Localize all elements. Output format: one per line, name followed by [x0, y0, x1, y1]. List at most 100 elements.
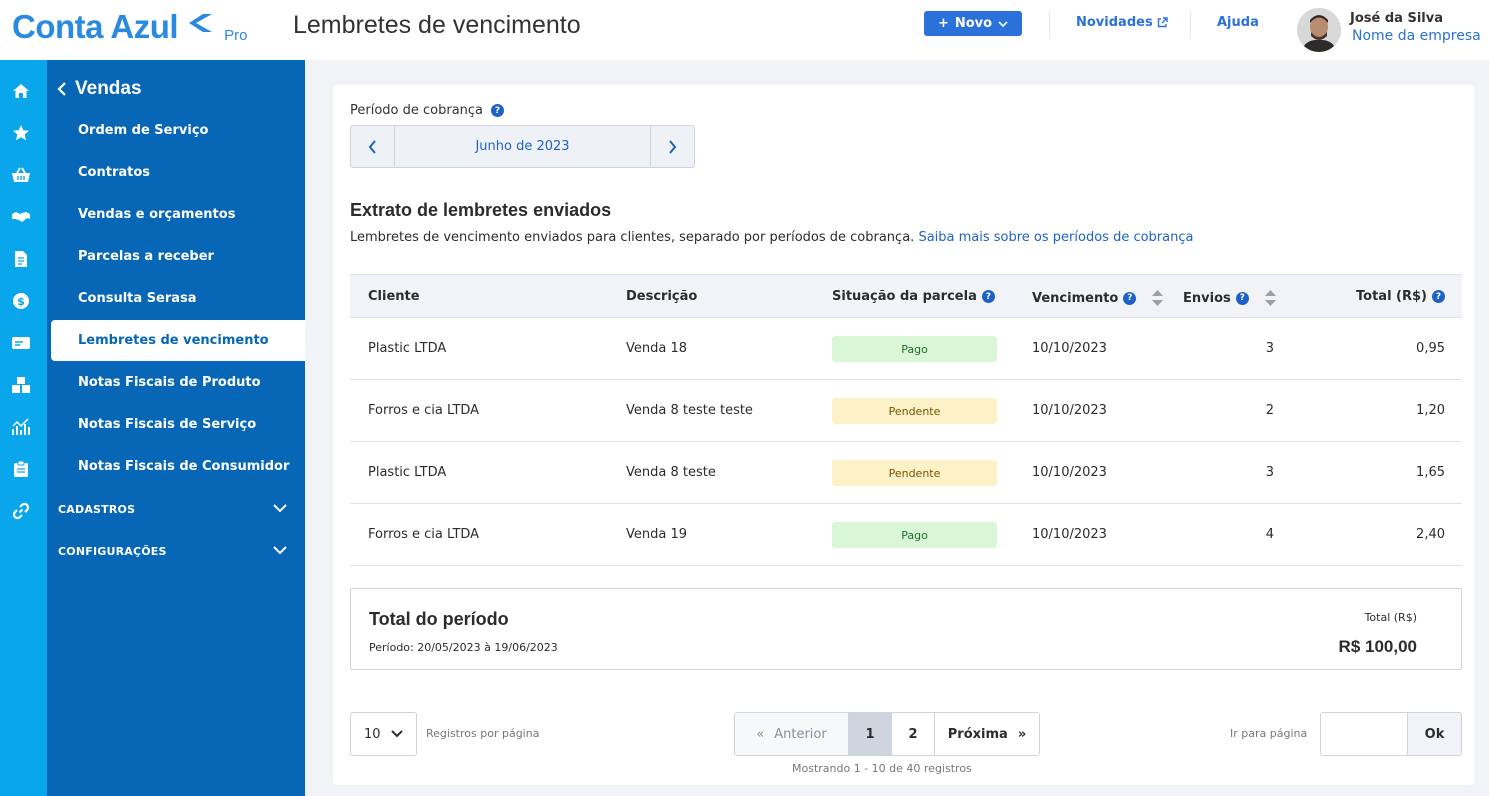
next-period-button[interactable]	[651, 126, 694, 167]
table-row[interactable]: Forros e cia LTDA Venda 19 Pago 10/10/20…	[350, 504, 1462, 566]
column-situacao: Situação da parcela ?	[832, 289, 995, 304]
column-label: Vencimento	[1032, 290, 1119, 306]
statement-description-text: Lembretes de vencimento enviados para cl…	[350, 230, 915, 245]
help-icon[interactable]: ?	[1432, 290, 1445, 303]
help-icon[interactable]: ?	[981, 290, 995, 303]
period-label: Período de cobrança ?	[350, 103, 505, 118]
chevron-down-icon[interactable]	[273, 504, 287, 513]
goto-page-ok-button[interactable]: Ok	[1407, 712, 1462, 756]
cell-vencimento: 10/10/2023	[1032, 341, 1107, 356]
new-button[interactable]: + Novo	[924, 11, 1022, 36]
news-link[interactable]: Novidades	[1076, 15, 1168, 30]
sidebar-back-button[interactable]: Vendas	[57, 78, 142, 100]
cell-cliente: Plastic LTDA	[368, 341, 447, 356]
brand-tier: Pro	[224, 27, 248, 44]
document-icon[interactable]	[10, 248, 32, 270]
sort-icon[interactable]	[1264, 289, 1277, 307]
sidebar-item-consulta-serasa[interactable]: Consulta Serasa	[78, 291, 197, 306]
sidebar-item-nf-produto[interactable]: Notas Fiscais de Produto	[78, 375, 261, 390]
chevron-down-icon[interactable]	[273, 546, 287, 555]
user-name[interactable]: José da Silva	[1350, 11, 1443, 26]
sidebar-item-contratos[interactable]: Contratos	[78, 165, 150, 180]
dollar-icon[interactable]: $	[10, 290, 32, 312]
period-total-box: Total do período Período: 20/05/2023 à 1…	[350, 588, 1462, 670]
sidebar-section-cadastros[interactable]: CADASTROS	[58, 503, 135, 516]
sidebar-item-nf-servico[interactable]: Notas Fiscais de Serviço	[78, 417, 256, 432]
help-link-label: Ajuda	[1217, 15, 1259, 30]
cell-vencimento: 10/10/2023	[1032, 403, 1107, 418]
table-row[interactable]: Forros e cia LTDA Venda 8 teste teste Pe…	[350, 380, 1462, 442]
brand-mark-icon	[186, 12, 214, 38]
column-cliente: Cliente	[368, 289, 420, 304]
column-descricao: Descrição	[626, 289, 697, 304]
statement-description: Lembretes de vencimento enviados para cl…	[350, 230, 1193, 245]
next-page-button[interactable]: Próxima »	[935, 713, 1039, 755]
page-title: Lembretes de vencimento	[293, 11, 581, 39]
cell-envios: 3	[1265, 341, 1274, 356]
link-icon[interactable]	[10, 500, 32, 522]
cell-total: 2,40	[1416, 527, 1445, 542]
page-button-2[interactable]: 2	[892, 713, 935, 755]
sidebar-item-nf-consumidor[interactable]: Notas Fiscais de Consumidor	[78, 459, 289, 474]
table-row[interactable]: Plastic LTDA Venda 18 Pago 10/10/2023 3 …	[350, 318, 1462, 380]
previous-page-button[interactable]: « Anterior	[735, 713, 849, 755]
cell-descricao: Venda 8 teste teste	[626, 403, 753, 418]
records-count: Mostrando 1 - 10 de 40 registros	[792, 762, 972, 775]
clipboard-icon[interactable]	[10, 458, 32, 480]
pagination: « Anterior 1 2 Próxima »	[734, 712, 1040, 756]
status-badge: Pago	[832, 522, 997, 548]
top-header: Conta Azul Pro Lembretes de vencimento +…	[0, 0, 1489, 60]
sidebar-section-configuracoes[interactable]: CONFIGURAÇÕES	[58, 545, 167, 558]
company-name[interactable]: Nome da empresa	[1352, 28, 1481, 44]
sidebar-item-parcelas-receber[interactable]: Parcelas a receber	[78, 249, 214, 264]
period-selector: Junho de 2023	[350, 125, 695, 168]
previous-period-button[interactable]	[351, 126, 394, 167]
svg-text:$: $	[17, 295, 25, 308]
sidebar-item-vendas-orcamentos[interactable]: Vendas e orçamentos	[78, 207, 235, 222]
learn-more-link[interactable]: Saiba mais sobre os períodos de cobrança	[918, 230, 1193, 245]
handshake-icon[interactable]	[10, 206, 32, 228]
header-divider	[1049, 12, 1050, 38]
cell-descricao: Venda 8 teste	[626, 465, 716, 480]
help-link[interactable]: Ajuda	[1217, 15, 1259, 30]
boxes-icon[interactable]	[10, 374, 32, 396]
sort-icon[interactable]	[1151, 289, 1164, 307]
help-icon[interactable]: ?	[491, 104, 505, 117]
current-period[interactable]: Junho de 2023	[394, 126, 651, 167]
table-row[interactable]: Plastic LTDA Venda 8 teste Pendente 10/1…	[350, 442, 1462, 504]
help-icon[interactable]: ?	[1235, 291, 1249, 305]
per-page-select[interactable]: 10	[350, 712, 417, 756]
basket-icon[interactable]	[10, 164, 32, 186]
cell-descricao: Venda 19	[626, 527, 688, 542]
sidebar-item-ordem-servico[interactable]: Ordem de Serviço	[78, 123, 208, 138]
sidebar-item-label: Lembretes de vencimento	[78, 333, 269, 348]
statement-title: Extrato de lembretes enviados	[350, 200, 612, 220]
card-icon[interactable]	[10, 332, 32, 354]
external-link-icon	[1157, 17, 1168, 28]
sidebar-item-lembretes[interactable]: Lembretes de vencimento	[51, 320, 305, 361]
period-total-title: Total do período	[369, 609, 509, 629]
brand-logo[interactable]: Conta Azul Pro	[12, 6, 247, 46]
icon-rail: $	[0, 60, 47, 796]
previous-page-label: Anterior	[774, 726, 827, 742]
goto-page-input[interactable]	[1320, 712, 1409, 756]
content-card: Período de cobrança ? Junho de 2023 Extr…	[333, 85, 1474, 785]
column-vencimento[interactable]: Vencimento ?	[1032, 289, 1164, 307]
status-badge: Pago	[832, 336, 997, 362]
sidebar: Vendas Ordem de Serviço Contratos Vendas…	[47, 60, 305, 796]
star-icon[interactable]	[10, 122, 32, 144]
column-label: Situação da parcela	[832, 289, 977, 304]
status-badge: Pendente	[832, 398, 997, 424]
column-total: Total (R$) ?	[1356, 289, 1445, 304]
chart-icon[interactable]	[10, 416, 32, 438]
cell-total: 1,20	[1416, 403, 1445, 418]
page-button-1[interactable]: 1	[849, 713, 892, 755]
column-envios[interactable]: Envios ?	[1183, 289, 1277, 307]
help-icon[interactable]: ?	[1123, 291, 1137, 305]
new-button-label: Novo	[954, 16, 993, 31]
avatar[interactable]	[1297, 8, 1341, 52]
home-icon[interactable]	[10, 80, 32, 102]
per-page-value: 10	[364, 726, 381, 742]
chevron-down-icon	[390, 730, 403, 738]
status-badge: Pendente	[832, 460, 997, 486]
